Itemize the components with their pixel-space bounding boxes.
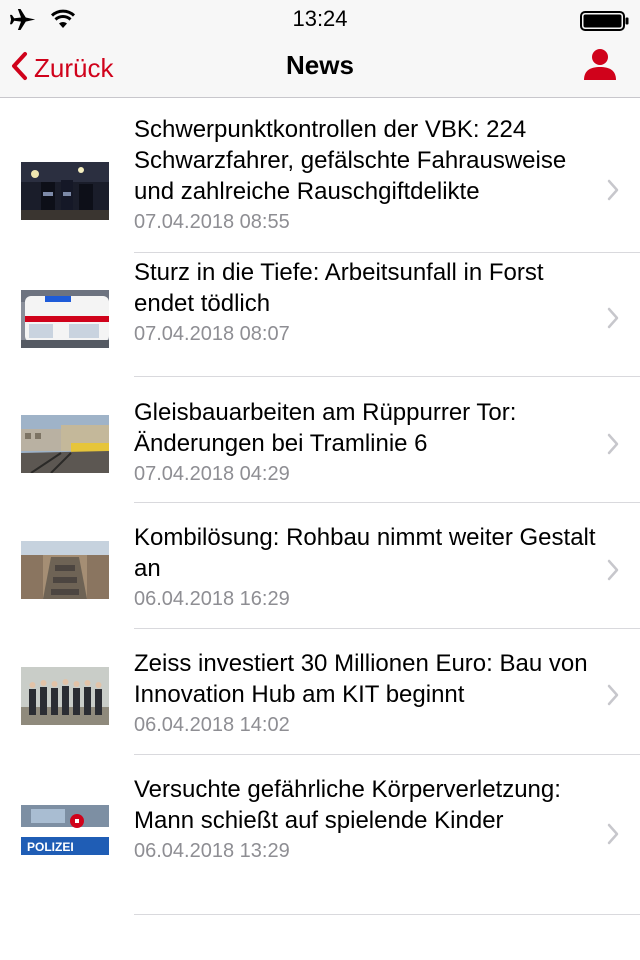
news-item[interactable]: POLIZEI Versuchte gefährliche Körperverl… [0,755,640,915]
chevron-right-icon [606,559,620,581]
news-thumbnail [21,667,109,725]
news-title: Kombilösung: Rohbau nimmt weiter Gestalt… [134,524,596,582]
news-list: Schwerpunktkontrollen der VBK: 224 Schwa… [0,98,640,915]
news-item[interactable]: Kombilösung: Rohbau nimmt weiter Gestalt… [0,503,640,629]
news-date: 07.04.2018 08:55 [134,211,290,233]
news-thumbnail: POLIZEI [21,805,109,863]
news-title: Schwerpunktkontrollen der VBK: 224 Schwa… [134,116,567,205]
news-date: 07.04.2018 04:29 [134,463,290,485]
chevron-right-icon [606,307,620,329]
news-title: Versuchte gefährliche Körperverletzung: … [134,776,561,834]
news-item[interactable]: Zeiss investiert 30 Millionen Euro: Bau … [0,629,640,755]
news-item[interactable]: Schwerpunktkontrollen der VBK: 224 Schwa… [0,98,640,253]
status-bar: 13:24 [0,0,640,40]
chevron-right-icon [606,684,620,706]
profile-button[interactable] [582,46,618,87]
news-thumbnail [21,162,109,220]
chevron-right-icon [606,823,620,845]
news-date: 06.04.2018 14:02 [134,714,290,736]
chevron-right-icon [606,179,620,201]
news-item[interactable]: Sturz in die Tiefe: Arbeitsunfall in For… [0,253,640,377]
divider [134,914,640,915]
status-time: 13:24 [292,6,348,31]
thumb-polizei-text: POLIZEI [27,840,74,854]
news-thumbnail [21,541,109,599]
chevron-right-icon [606,433,620,455]
news-thumbnail [21,290,109,348]
person-icon [582,49,618,86]
page-title: News [286,50,354,80]
news-title: Zeiss investiert 30 Millionen Euro: Bau … [134,650,588,708]
news-date: 06.04.2018 16:29 [134,588,290,610]
news-thumbnail [21,415,109,473]
navigation-bar: Zurück News [0,40,640,98]
news-title: Sturz in die Tiefe: Arbeitsunfall in For… [134,259,544,317]
news-date: 06.04.2018 13:29 [134,840,290,862]
news-title: Gleisbauarbeiten am Rüppurrer Tor: Änder… [134,399,517,457]
news-date: 07.04.2018 08:07 [134,323,290,345]
battery-icon [580,10,630,37]
news-item[interactable]: Gleisbauarbeiten am Rüppurrer Tor: Änder… [0,377,640,503]
